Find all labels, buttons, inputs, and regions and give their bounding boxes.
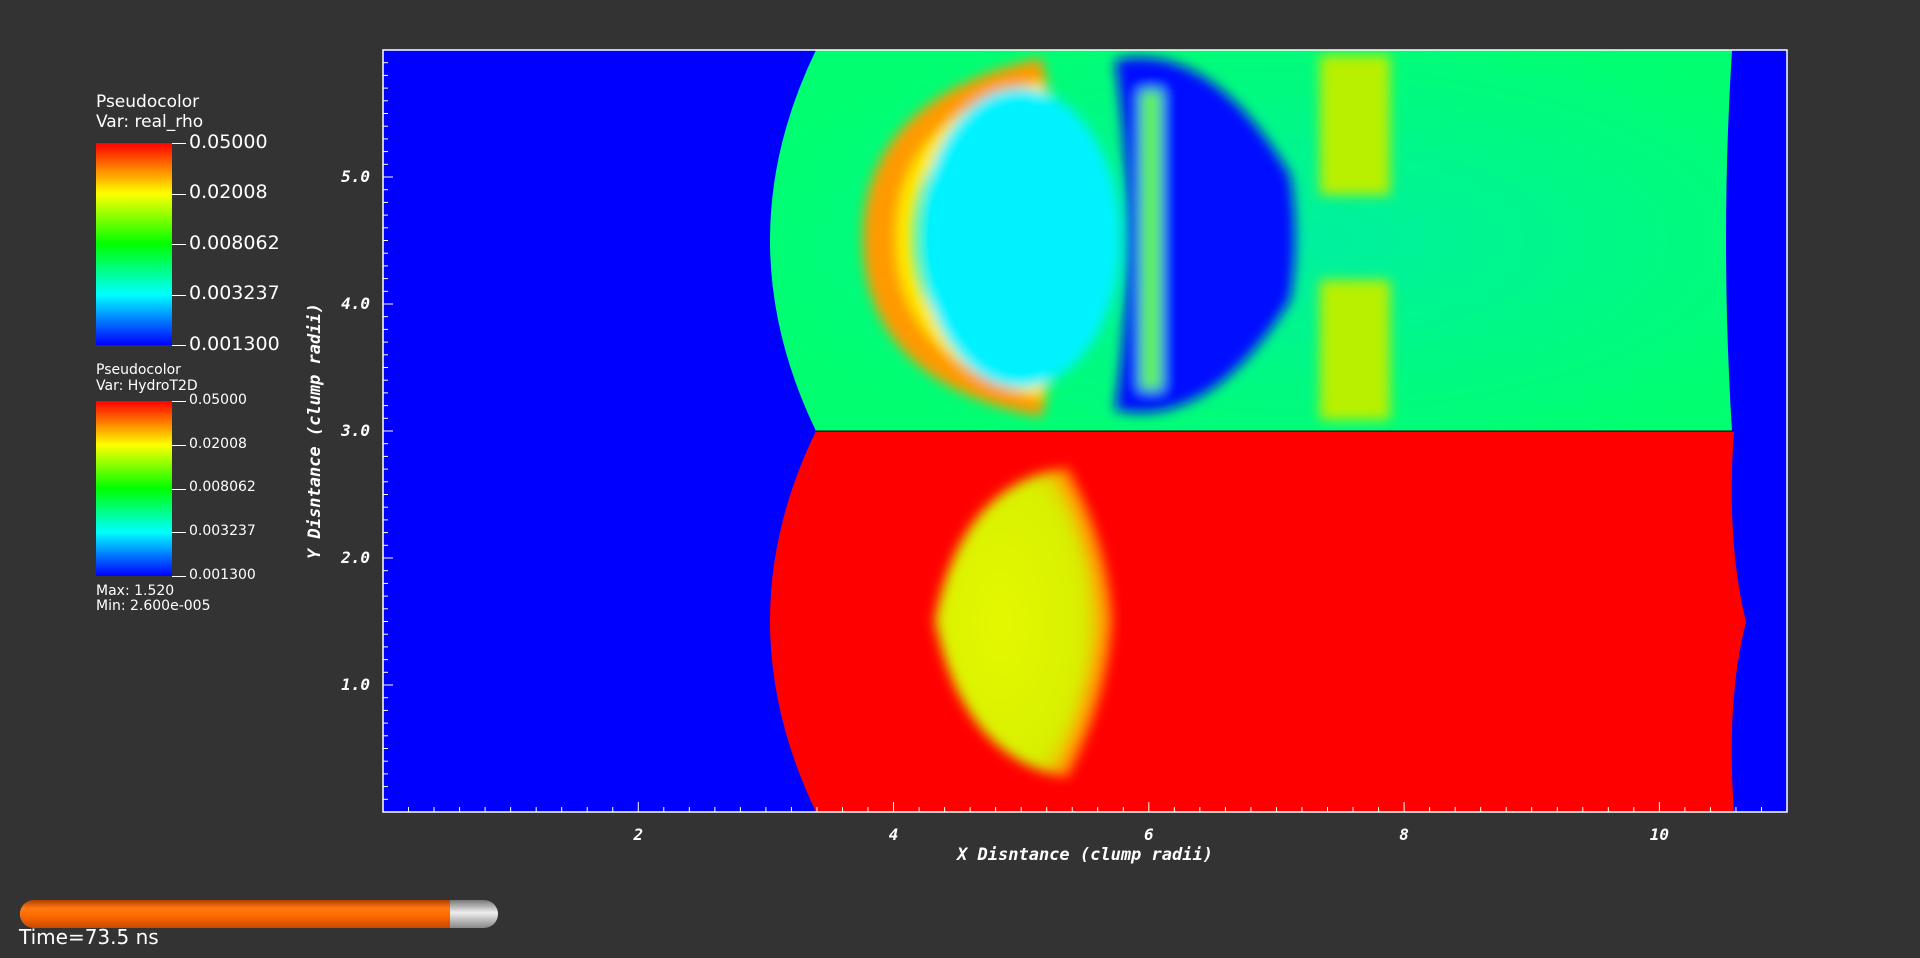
max-label: Max: 1.520 <box>96 583 175 599</box>
time-slider-fill <box>20 900 451 928</box>
colorbar-tick <box>172 294 186 296</box>
lower-panel-field <box>770 431 1746 812</box>
time-label: Time=73.5 ns <box>19 925 159 949</box>
colorbar-tick-label: 0.001300 <box>189 566 256 583</box>
y-axis-label: Y Disntance (clump radii) <box>305 303 325 559</box>
legend-bottom: Pseudocolor Var: HydroT2D <box>96 362 198 394</box>
colorbar-tick-label: 0.05000 <box>189 130 268 153</box>
lower-shocked-region <box>770 431 1746 812</box>
upper-panel-field <box>770 50 1732 431</box>
colorbar-tick <box>172 244 186 245</box>
colorbar-tick <box>172 532 186 534</box>
x-axis-label: X Disntance (clump radii) <box>955 845 1213 865</box>
y-tick-label: 2.0 <box>340 548 370 567</box>
colorbar-tick-label: 0.02008 <box>189 435 247 452</box>
y-tick-label: 4.0 <box>341 294 370 313</box>
colorbar-tick <box>172 444 186 446</box>
legend-top-var: Var: real_rho <box>96 112 204 132</box>
colorbar-tick <box>172 401 186 402</box>
colorbar-tick <box>172 345 186 346</box>
colorbar-tick <box>172 488 186 490</box>
x-tick-label: 2 <box>632 825 643 844</box>
y-tick-label: 1.0 <box>341 675 370 694</box>
colorbar-tick <box>172 576 186 577</box>
x-tick-label: 10 <box>1650 825 1669 844</box>
time-slider[interactable] <box>20 900 498 928</box>
min-label: Min: 2.600e-005 <box>96 598 211 614</box>
y-tick-label: 3.0 <box>340 421 370 440</box>
y-tick-label: 5.0 <box>341 167 370 186</box>
x-tick-label: 6 <box>1144 825 1154 844</box>
plot-area: X Disntance (clump radii) Y Disntance (c… <box>305 49 1788 865</box>
colorbar-tick <box>172 193 186 195</box>
legend-top-title: Pseudocolor <box>96 92 200 112</box>
colorbar-tick-label: 0.001300 <box>189 332 280 355</box>
yellow-band-lower <box>1320 280 1390 420</box>
colorbar-tick-label: 0.05000 <box>189 391 247 408</box>
yellow-band-upper <box>1320 55 1390 195</box>
x-tick-label: 8 <box>1399 825 1409 844</box>
colorbar-tick-label: 0.008062 <box>189 479 256 496</box>
colorbar-tick-label: 0.008062 <box>189 231 280 254</box>
x-tick-label: 4 <box>889 825 899 844</box>
colorbar-tick-label: 0.02008 <box>189 181 268 204</box>
colorbar-bottom <box>96 401 172 576</box>
colorbar-tick <box>172 143 186 144</box>
colorbar-tick-label: 0.003237 <box>189 282 280 305</box>
colorbar-top <box>96 143 172 345</box>
colorbar-tick-label: 0.003237 <box>189 523 256 540</box>
legend-top: Pseudocolor Var: real_rho <box>96 92 203 132</box>
legend-bottom-title: Pseudocolor <box>96 362 181 378</box>
legend-bottom-var: Var: HydroT2D <box>96 378 198 394</box>
